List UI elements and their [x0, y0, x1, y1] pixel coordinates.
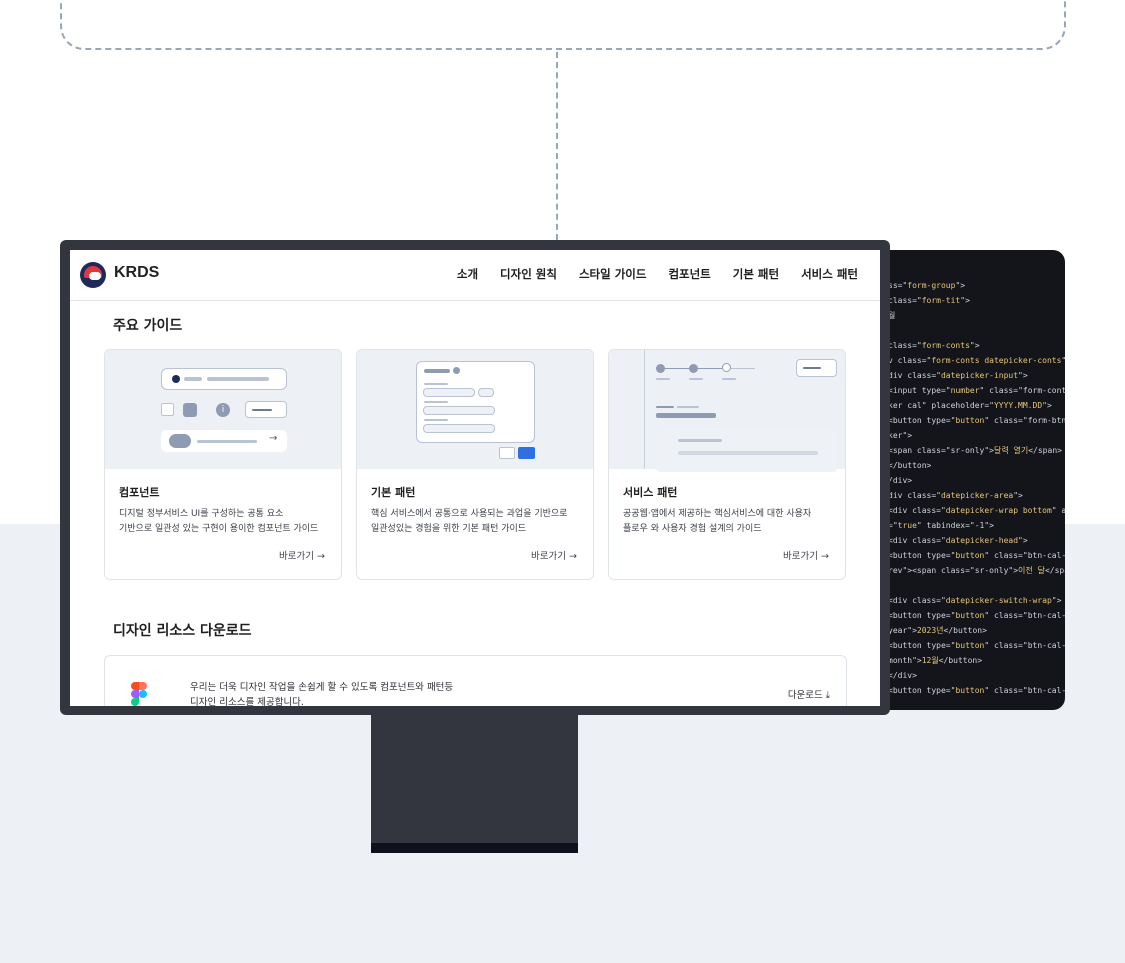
- code-line: 월: [888, 311, 896, 320]
- code-line: <button type="button" class="btn-cal-: [888, 611, 1065, 620]
- code-line: year">2023년</button>: [888, 626, 987, 635]
- code-lines: ss="form-group"> class="form-tit"> 월 class=…: [888, 278, 1065, 698]
- download-description-line: 우리는 더욱 디자인 작업을 손쉽게 할 수 있도록 컴포넌트와 패턴등: [190, 682, 454, 693]
- download-card[interactable]: 우리는 더욱 디자인 작업을 손쉽게 할 수 있도록 컴포넌트와 패턴등 디자인…: [104, 655, 847, 706]
- card-description-line: 핵심 서비스에서 공통으로 사용되는 과업을 기반으로: [371, 509, 568, 519]
- monitor-frame: KRDS 소개 디자인 원칙 스타일 가이드 컴포넌트 기본 패턴 서비스 패턴…: [60, 240, 890, 715]
- card-title: 서비스 패턴: [623, 486, 678, 499]
- code-line: v class="form-conts datepicker-conts">: [888, 356, 1065, 365]
- card-title: 컴포넌트: [119, 486, 160, 499]
- card-link[interactable]: 바로가기 →: [531, 548, 577, 562]
- code-line: <input type="number" class="form-control: [888, 386, 1065, 395]
- code-line: /div>: [888, 476, 913, 485]
- menu-item-components[interactable]: 컴포넌트: [668, 266, 710, 282]
- code-line: ="true" tabindex="-1">: [888, 521, 994, 530]
- download-description: 우리는 더욱 디자인 작업을 손쉽게 할 수 있도록 컴포넌트와 패턴등 디자인…: [190, 680, 510, 706]
- card-link[interactable]: 바로가기 →: [783, 548, 829, 562]
- card-description-line: 기반으로 일관성 있는 구현이 용이한 컴포넌트 가이드: [119, 524, 319, 534]
- code-line: div class="datepicker-area">: [888, 491, 1023, 500]
- guide-card-components[interactable]: i → 컴포넌트 디지털 정부서비스 UI를 구성하는 공통 요소 기반으로 일…: [104, 349, 342, 580]
- card-description-line: 공공웹·앱에서 제공하는 핵심서비스에 대한 사용자: [623, 509, 812, 519]
- code-line: class="form-tit">: [888, 296, 970, 305]
- guide-card-basic-patterns[interactable]: 기본 패턴 핵심 서비스에서 공통으로 사용되는 과업을 기반으로 일관성있는 …: [356, 349, 594, 580]
- guide-card-service-patterns[interactable]: 서비스 패턴 공공웹·앱에서 제공하는 핵심서비스에 대한 사용자 플로우 와 …: [608, 349, 846, 580]
- code-line: ker cal" placeholder="YYYY.MM.DD">: [888, 401, 1052, 410]
- code-line: ss="form-group">: [888, 281, 966, 290]
- code-line: <button type="button" class="btn-cal-: [888, 641, 1065, 650]
- menu-item-intro[interactable]: 소개: [457, 266, 478, 282]
- section-title-download: 디자인 리소스 다운로드: [113, 623, 252, 639]
- dashed-callout-box: [60, 0, 1066, 50]
- card-description: 공공웹·앱에서 제공하는 핵심서비스에 대한 사용자 플로우 와 사용자 경험 …: [623, 507, 843, 537]
- card-description: 디지털 정부서비스 UI를 구성하는 공통 요소 기반으로 일관성 있는 구현이…: [119, 507, 339, 537]
- monitor-stand: [371, 712, 578, 853]
- code-line: <div class="datepicker-switch-wrap">: [888, 596, 1062, 605]
- dashed-connector-line: [556, 52, 558, 240]
- top-navbar: KRDS 소개 디자인 원칙 스타일 가이드 컴포넌트 기본 패턴 서비스 패턴: [70, 250, 880, 301]
- basic-patterns-illustration: [357, 350, 593, 469]
- menu-item-service-patterns[interactable]: 서비스 패턴: [801, 266, 858, 282]
- card-description-line: 디지털 정부서비스 UI를 구성하는 공통 요소: [119, 509, 284, 519]
- code-line: <button type="button" class="btn-cal-···: [888, 686, 1065, 695]
- code-line: <div class="datepicker-wrap bottom" aria…: [888, 506, 1065, 515]
- code-line: </div>: [888, 671, 917, 680]
- card-link[interactable]: 바로가기 →: [279, 548, 325, 562]
- download-description-line: 디자인 리소스를 제공합니다.: [190, 697, 304, 706]
- code-line: <span class="sr-only">달력 열기</span>: [888, 446, 1062, 455]
- menu-item-basic-patterns[interactable]: 기본 패턴: [733, 266, 779, 282]
- components-illustration: i →: [105, 350, 341, 469]
- figma-icon: [131, 682, 147, 706]
- code-line: <button type="button" class="btn-cal-: [888, 551, 1065, 560]
- krds-logo-icon[interactable]: [80, 262, 106, 288]
- section-title-guides: 주요 가이드: [113, 318, 183, 334]
- brand-name[interactable]: KRDS: [114, 264, 159, 282]
- code-line: div class="datepicker-input">: [888, 371, 1028, 380]
- code-line: ker">: [888, 431, 913, 440]
- code-line: month">12월</button>: [888, 656, 983, 665]
- card-description: 핵심 서비스에서 공통으로 사용되는 과업을 기반으로 일관성있는 경험을 위한…: [371, 507, 591, 537]
- code-line: class="form-conts">: [888, 341, 980, 350]
- code-line: <button type="button" class="form-btn-: [888, 416, 1065, 425]
- code-line: </button>: [888, 461, 932, 470]
- card-description-line: 플로우 와 사용자 경험 설계의 가이드: [623, 524, 762, 534]
- monitor-stand-base: [371, 843, 578, 853]
- code-panel: ss="form-group"> class="form-tit"> 월 class=…: [870, 250, 1065, 710]
- menu-item-style-guide[interactable]: 스타일 가이드: [579, 266, 646, 282]
- service-patterns-illustration: [609, 350, 845, 472]
- code-line: rev"><span class="sr-only">이전 달</span></: [888, 566, 1065, 575]
- monitor-screen: KRDS 소개 디자인 원칙 스타일 가이드 컴포넌트 기본 패턴 서비스 패턴…: [70, 250, 880, 706]
- card-description-line: 일관성있는 경험을 위한 기본 패턴 가이드: [371, 524, 527, 534]
- main-menu: 소개 디자인 원칙 스타일 가이드 컴포넌트 기본 패턴 서비스 패턴: [457, 266, 858, 282]
- code-line: <div class="datepicker-head">: [888, 536, 1028, 545]
- card-title: 기본 패턴: [371, 486, 416, 499]
- download-button[interactable]: 다운로드 ⤓: [788, 687, 830, 701]
- menu-item-design-principles[interactable]: 디자인 원칙: [500, 266, 557, 282]
